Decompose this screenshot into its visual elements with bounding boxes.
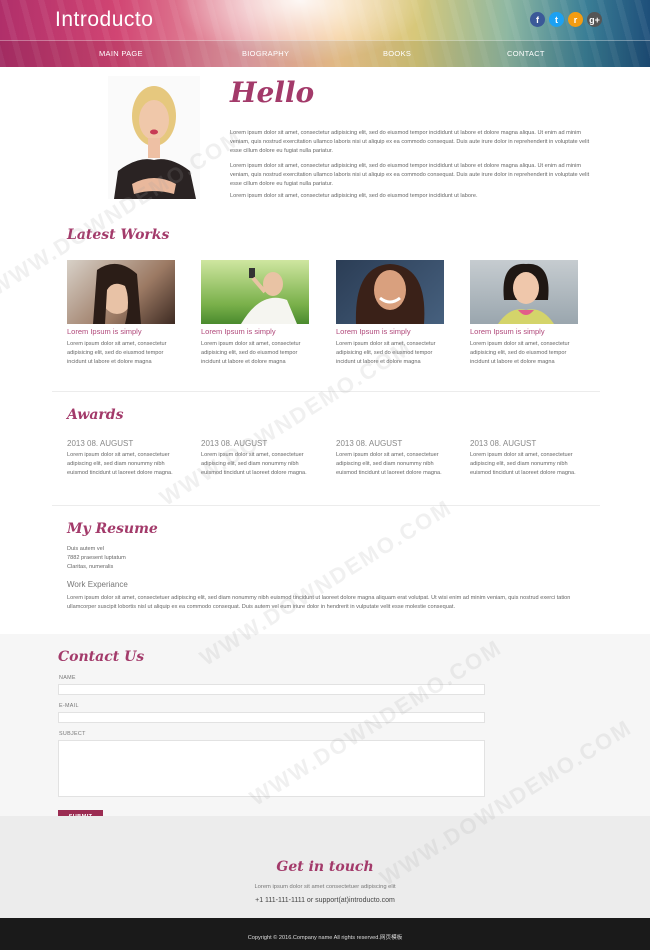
work-caption-4[interactable]: Lorem Ipsum is simply bbox=[470, 327, 545, 336]
facebook-icon[interactable]: f bbox=[530, 12, 545, 27]
hello-paragraph-2: Lorem ipsum dolor sit amet, consectetur … bbox=[230, 163, 590, 187]
work-experience-text: Lorem ipsum dolor sit amet, consectetuer… bbox=[67, 595, 571, 610]
name-field[interactable] bbox=[58, 684, 485, 695]
get-in-touch-tagline: Lorem ipsum dolor sit amet consectetuer … bbox=[254, 884, 396, 890]
hello-paragraph-3: Lorem ipsum dolor sit amet, consectetur … bbox=[230, 193, 478, 199]
award-text-4: Lorem ipsum dolor sit amet, consectetuer… bbox=[470, 452, 576, 476]
section-divider bbox=[52, 391, 600, 392]
copyright-text: Copyright © 2016.Company name All rights… bbox=[247, 935, 403, 941]
award-text-3: Lorem ipsum dolor sit amet, consectetuer… bbox=[336, 452, 442, 476]
email-field[interactable] bbox=[58, 712, 485, 723]
latest-works-heading: Latest Works bbox=[67, 227, 170, 243]
subject-field[interactable] bbox=[58, 740, 485, 797]
work-text-1: Lorem ipsum dolor sit amet, consectetur … bbox=[67, 341, 167, 365]
work-text-4: Lorem ipsum dolor sit amet, consectetur … bbox=[470, 341, 570, 365]
work-experience-heading: Work Experiance bbox=[67, 580, 128, 589]
work-text-3: Lorem ipsum dolor sit amet, consectetur … bbox=[336, 341, 436, 365]
hello-paragraph-1: Lorem ipsum dolor sit amet, consectetur … bbox=[230, 130, 590, 154]
contact-phone-email[interactable]: +1 111-111-1111 or support(at)introducto… bbox=[0, 897, 650, 904]
section-divider bbox=[52, 505, 600, 506]
get-in-touch-heading: Get in touch bbox=[276, 859, 374, 875]
subject-label: SUBJECT bbox=[59, 731, 86, 737]
award-date-1: 2013 08. AUGUST bbox=[67, 439, 134, 448]
work-image-2[interactable] bbox=[201, 260, 309, 324]
resume-line-2: 7882 praesent luptatum bbox=[67, 555, 126, 561]
hello-heading: Hello bbox=[230, 76, 315, 109]
social-links: f t r g+ bbox=[530, 12, 602, 27]
profile-photo bbox=[108, 76, 200, 199]
work-caption-2[interactable]: Lorem Ipsum is simply bbox=[201, 327, 276, 336]
award-text-1: Lorem ipsum dolor sit amet, consectetuer… bbox=[67, 452, 173, 476]
work-caption-1[interactable]: Lorem Ipsum is simply bbox=[67, 327, 142, 336]
nav-books[interactable]: BOOKS bbox=[383, 49, 411, 58]
work-text-2: Lorem ipsum dolor sit amet, consectetur … bbox=[201, 341, 301, 365]
google-plus-icon[interactable]: g+ bbox=[587, 12, 602, 27]
rss-icon[interactable]: r bbox=[568, 12, 583, 27]
main-nav: MAIN PAGE BIOGRAPHY BOOKS CONTACT bbox=[0, 40, 650, 67]
name-label: NAME bbox=[59, 675, 76, 681]
contact-heading: Contact Us bbox=[58, 649, 145, 665]
work-image-3[interactable] bbox=[336, 260, 444, 324]
site-header: Introducto f t r g+ MAIN PAGE BIOGRAPHY … bbox=[0, 0, 650, 67]
nav-contact[interactable]: CONTACT bbox=[507, 49, 545, 58]
resume-line-3: Claritas, numeralis bbox=[67, 564, 114, 570]
site-logo[interactable]: Introducto bbox=[55, 8, 153, 32]
award-date-3: 2013 08. AUGUST bbox=[336, 439, 403, 448]
award-date-4: 2013 08. AUGUST bbox=[470, 439, 537, 448]
award-date-2: 2013 08. AUGUST bbox=[201, 439, 268, 448]
awards-heading: Awards bbox=[67, 407, 124, 423]
twitter-icon[interactable]: t bbox=[549, 12, 564, 27]
work-image-1[interactable] bbox=[67, 260, 175, 324]
award-text-2: Lorem ipsum dolor sit amet, consectetuer… bbox=[201, 452, 307, 476]
resume-heading: My Resume bbox=[67, 521, 158, 537]
nav-main-page[interactable]: MAIN PAGE bbox=[99, 49, 143, 58]
work-caption-3[interactable]: Lorem Ipsum is simply bbox=[336, 327, 411, 336]
resume-line-1: Duis autem vel bbox=[67, 546, 104, 552]
nav-biography[interactable]: BIOGRAPHY bbox=[242, 49, 289, 58]
email-label: E-MAIL bbox=[59, 703, 79, 709]
work-image-4[interactable] bbox=[470, 260, 578, 324]
